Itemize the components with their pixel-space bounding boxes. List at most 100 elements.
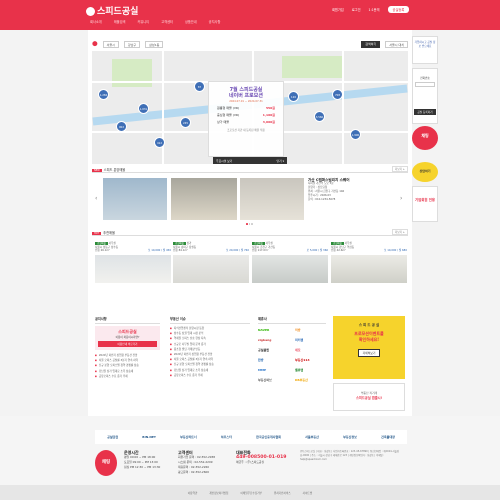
listing-photo[interactable] [252,254,328,283]
inquiry-link[interactable]: 1:1문의 [369,7,380,12]
promotion-popup[interactable]: 7월 스피드공실 네이버 프로모션 2024.07.01 ~ 2024.07.3… [208,81,284,157]
listing-meta: 전용 84.1m² 보 20,000 / 월 760 [173,249,249,253]
side-talk-button[interactable]: 상담하기 [412,162,438,182]
more-button[interactable]: 더보기 + [391,229,408,235]
city-select[interactable]: 서울시 [102,40,119,48]
nav-item-about[interactable]: 회사소개 [90,19,102,26]
featured-building-photo[interactable] [103,178,167,220]
side-chat-button[interactable]: 채팅 [412,126,438,150]
nav-item-support[interactable]: 고객센터 [161,19,173,26]
email-policy-link[interactable]: 이메일무단수집거부 [240,491,261,495]
dong-select[interactable]: 삼성1동 [145,40,164,48]
ad-detail-button[interactable]: 자세히보기 [357,349,381,357]
location-terms-link[interactable]: 위치기반서비스 [274,491,291,495]
footer-partner-link[interactable]: 한국공인중개사협회 [256,435,281,439]
map-cluster-marker[interactable]: 1,031 [138,103,149,114]
more-button[interactable]: 더보기 + [391,166,408,172]
footer-partner-link[interactable]: 부동산파트너 [180,435,197,439]
carousel-dot[interactable] [251,223,253,225]
map-cluster-marker[interactable]: 1,996 [350,129,361,140]
footer-partner-link[interactable]: 서울부동산 [305,435,319,439]
partner-link[interactable]: zigbang [258,336,289,344]
listing-badge: 공실매물 [173,242,186,245]
partner-link[interactable]: 밸류맵 [295,366,326,374]
login-link[interactable]: 로그인 [352,7,361,12]
carousel-dots[interactable] [246,223,254,225]
featured-building-photo[interactable] [240,178,304,220]
section-title: NEW 스피드 분양매물 [92,167,125,172]
footer-chat-badge[interactable]: 채팅 [95,450,117,476]
guide-button[interactable]: 이용안내 바로가기 [98,341,157,347]
sitemap-link[interactable]: 사이트맵 [303,491,313,495]
nav-item-search[interactable]: 매물검색 [114,19,126,26]
footer-partner-link[interactable]: 부동산정보 [343,435,357,439]
facility-toggle[interactable]: 주요시설 보기 [216,159,232,163]
map-cluster-marker[interactable]: 902 [116,121,127,132]
carousel-prev-icon[interactable]: ‹ [95,195,97,202]
footer-partner-link[interactable]: 공실닷컴 [107,435,118,439]
map-cluster-marker[interactable]: 87 [194,81,205,92]
partner-link[interactable]: 네모 [295,346,326,354]
partner-link[interactable]: 한방 [258,356,289,364]
search-button[interactable]: 검색하기 [361,40,381,48]
partner-link[interactable]: 공실클럽 [258,346,289,354]
site-logo[interactable]: 스피드공실 [86,4,142,20]
map-toggle-button[interactable]: 서울시 대치 [385,40,408,48]
listing-photo[interactable] [173,254,249,283]
map-cluster-marker[interactable]: 708 [332,89,343,100]
listing-photo[interactable] [331,254,407,283]
terms-link[interactable]: 이용약관 [188,491,198,495]
partner-link[interactable]: MMP [258,366,289,374]
side-corp-banner[interactable]: 기업회원 전용 [412,186,438,222]
partner-link[interactable]: 직방 [295,326,326,334]
footer-hours-line: 점심 PM 12:30 ~ PM 13:30 [124,465,161,469]
listing-price: 보 5,000 / 월 360 [306,249,328,253]
guide-banner[interactable]: 스피드공실 이용이 처음이시라면? 이용안내 바로가기 [95,326,160,350]
side-phone-input[interactable] [415,82,435,87]
partner-link[interactable]: 피터팬 [295,336,326,344]
footer-phone-sub: 예금주 : (주)스피드공실 [236,460,265,464]
register-cta-button[interactable]: 공실등록 [387,5,410,13]
partner-link[interactable]: KB부동산 [295,376,326,384]
close-bar-button[interactable]: 닫기 ▾ [277,159,284,163]
map-cluster-marker[interactable]: 245 [180,117,191,128]
listing-card[interactable]: 공실매물 사무실 서울시 성동구 성수동 전용 26.1m² 보 10,000 /… [95,242,171,292]
footer-partner-link[interactable]: 하우스타 [221,435,232,439]
map-cluster-marker[interactable]: 126 [288,91,299,102]
listing-area: 전용 42.6m² [331,249,346,253]
partner-link[interactable]: 부동산114 [295,356,326,364]
footer-partner-link[interactable]: BIN.NET [142,435,156,439]
carousel-next-icon[interactable]: › [400,195,402,202]
news-item[interactable]: 공유오피스 수요 증가 추세 [170,373,250,378]
app-banner-title: 스피드공실 앱출시! [355,396,383,400]
listing-card[interactable]: 공실매물 상가 서울시 송파구 잠실동 전용 84.1m² 보 20,000 / … [173,242,249,292]
featured-building-photo[interactable] [171,178,237,220]
location-pin-icon: ⬤ [92,41,98,47]
promotion-banner[interactable]: 스 피 드 공 실 프로모션이벤트를 확인하세요! 자세히보기 [333,316,405,379]
notice-item[interactable]: 공유오피스 수요 증가 추세 [95,374,160,379]
map-cluster-marker[interactable]: 1,284 [98,89,109,100]
listing-photo[interactable] [95,254,171,283]
map-cluster-marker[interactable]: 412 [154,137,165,148]
side-signup-box[interactable]: 가입하시고 공실 정보 받으세요 [412,36,438,64]
side-register-button[interactable]: 공실 등록하기 [414,109,436,115]
nav-item-notice[interactable]: 공지사항 [209,19,221,26]
carousel-dot[interactable] [248,223,250,225]
road [342,51,344,164]
signup-link[interactable]: 회원가입 [332,7,344,12]
listing-badge: 공실매물 [95,242,108,245]
map-cluster-marker[interactable]: 3,560 [314,111,325,122]
listing-card[interactable]: 공실매물 사무실 서울시 강남구 역삼동 전용 42.6m² 보 10,000 /… [331,242,407,292]
featured-detail-card[interactable]: 가산 C캠퍼스빌리지 스퀘어 지하철 가산역 도보 5분 분양가 : 상담요청 … [308,178,408,221]
footer-partner-link[interactable]: 건축물대장 [381,435,395,439]
nav-item-products[interactable]: 상품안내 [185,19,197,26]
listing-card[interactable]: 공실매물 사무실 서울시 금천구 가산동 전용 117.0m² 보 5,000 /… [252,242,328,292]
facility-toggle-bar[interactable]: 주요시설 보기 닫기 ▾ [213,157,287,164]
carousel-dot-active[interactable] [246,223,248,225]
privacy-link[interactable]: 개인정보처리방침 [209,491,228,495]
district-select[interactable]: 강남구 [123,40,141,48]
nav-item-community[interactable]: 커뮤니티 [137,19,149,26]
app-banner[interactable]: 부동산 직거래 스피드공실 앱출시! [333,383,405,411]
partner-link[interactable]: NAVER [258,326,289,334]
partner-link[interactable]: 부동산써브 [258,376,289,384]
